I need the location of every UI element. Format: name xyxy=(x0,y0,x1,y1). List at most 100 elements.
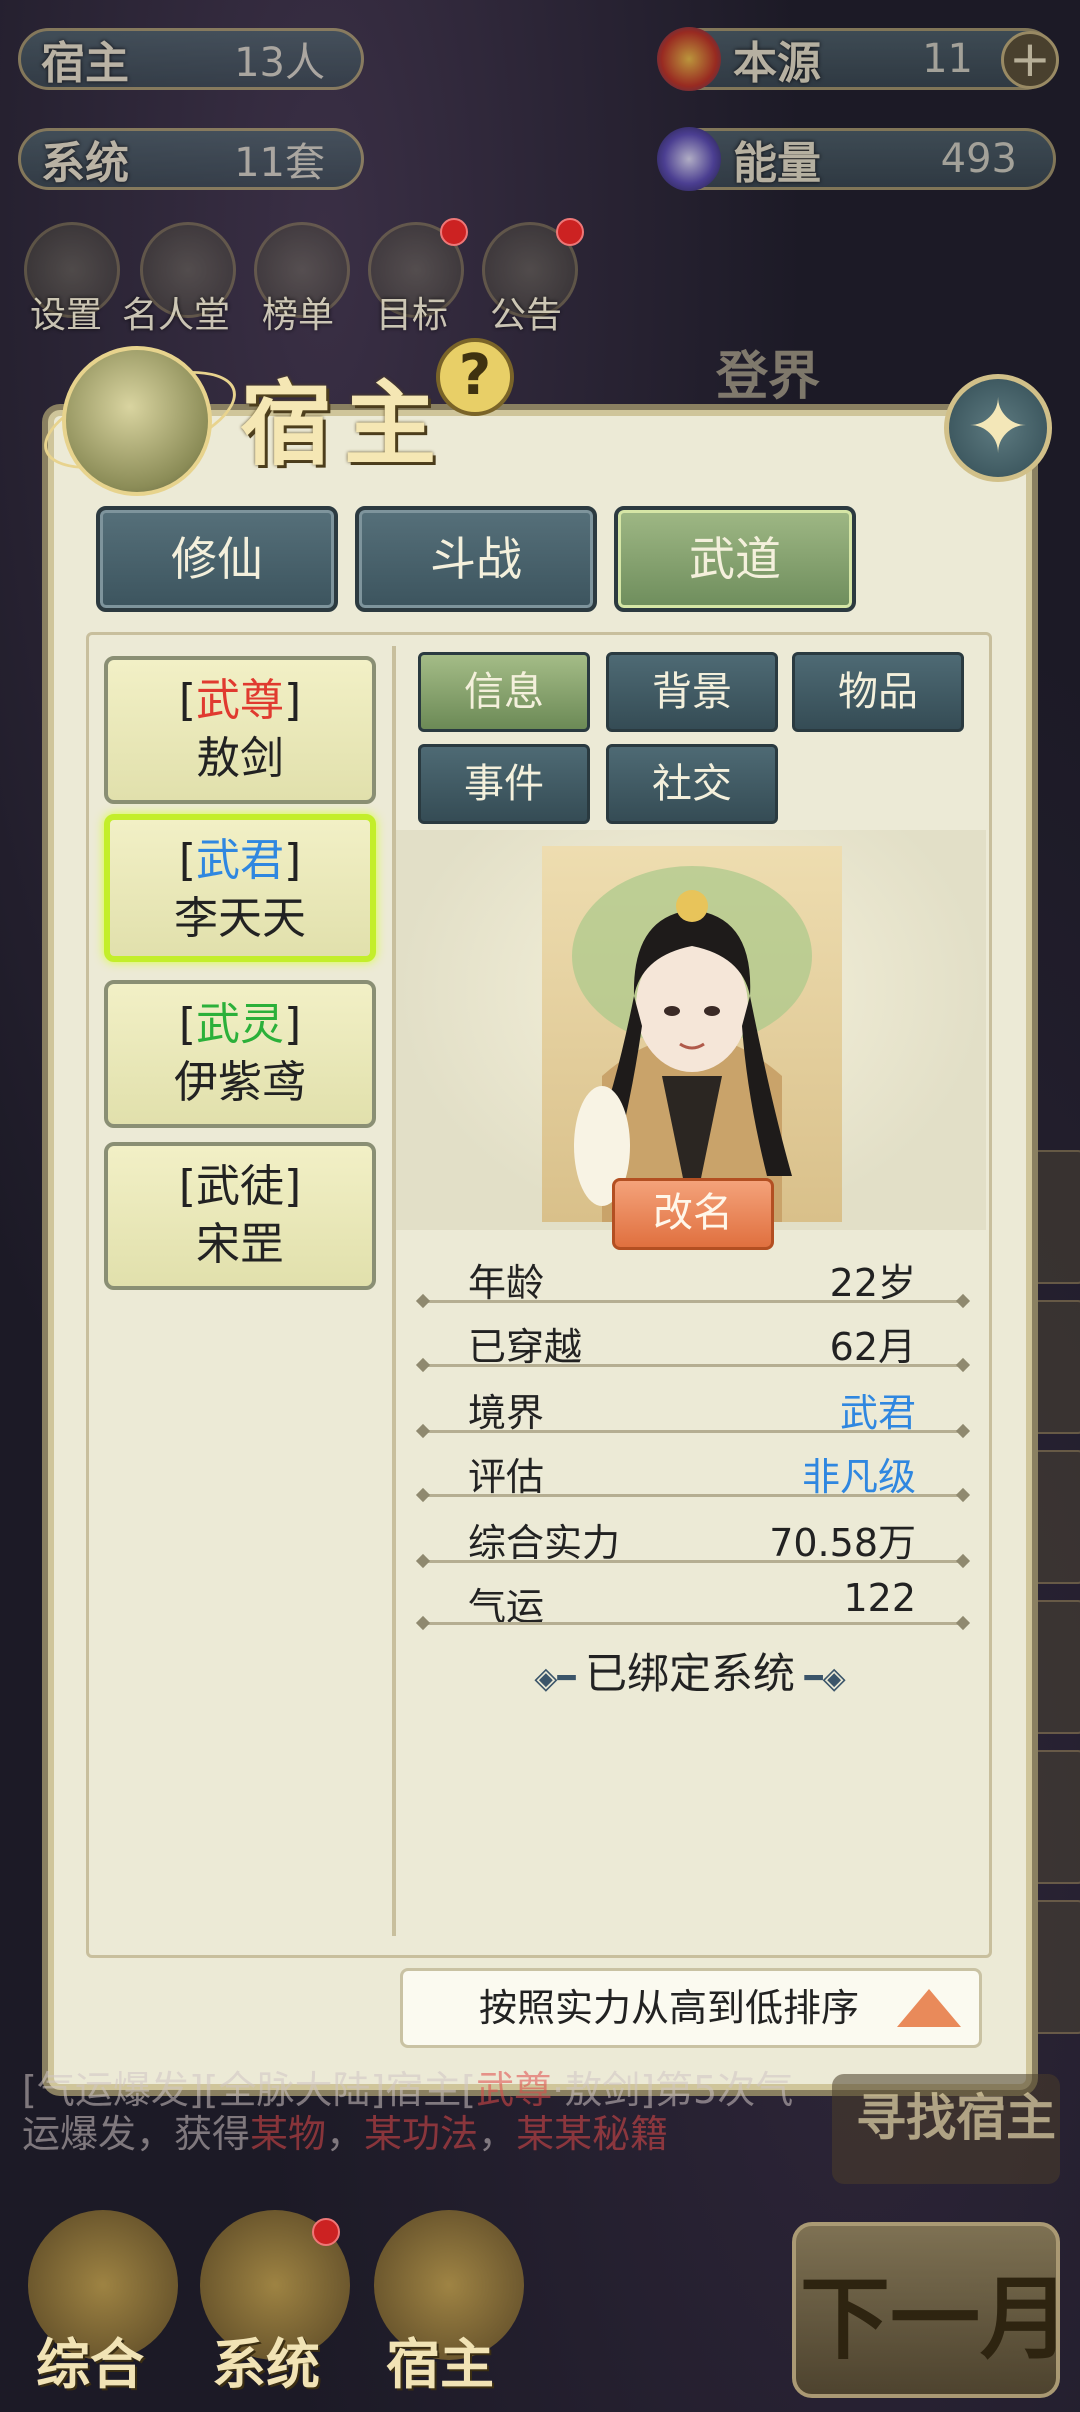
announcement-label: 公告 xyxy=(490,295,563,336)
stat-label: 年龄 xyxy=(468,1261,545,1305)
host-card-ao-jian[interactable]: [武尊] 敖剑 xyxy=(104,656,376,804)
tab-background[interactable]: 背景 xyxy=(606,652,778,732)
diamond-left-icon: ◈━ xyxy=(534,1661,585,1696)
side-button[interactable] xyxy=(1030,1300,1080,1434)
stat-divider xyxy=(420,1364,966,1367)
host-rank: [武君] xyxy=(178,835,302,886)
origin-flame-icon xyxy=(657,27,721,91)
side-button[interactable] xyxy=(1030,1750,1080,1884)
tab-info[interactable]: 信息 xyxy=(418,652,590,732)
stat-divider xyxy=(420,1622,966,1625)
energy-counter[interactable]: 能量 493 xyxy=(657,127,1056,191)
host-card-song-gang[interactable]: [武徒] 宋罡 xyxy=(104,1142,376,1290)
tab-events[interactable]: 事件 xyxy=(418,744,590,824)
log-rank: 武尊 xyxy=(476,2068,553,2112)
log-line: 运爆发，获得某物，某功法，某某秘籍 xyxy=(22,2112,669,2156)
host-rank-name: 武徒 xyxy=(196,1161,284,1212)
sort-label: 按照实力从高到低排序 xyxy=(479,1986,860,2030)
leaderboard-label: 榜单 xyxy=(262,295,335,336)
add-origin-button[interactable]: + xyxy=(1001,31,1059,89)
help-button[interactable]: ? xyxy=(436,338,514,416)
host-rank-name: 武君 xyxy=(196,835,284,886)
host-rank: [武徒] xyxy=(178,1161,302,1212)
host-name: 宋罡 xyxy=(196,1219,284,1270)
stat-age: 年龄 22岁 xyxy=(420,1240,966,1305)
host-name: 李天天 xyxy=(174,893,306,944)
log-item: 某物 xyxy=(250,2112,327,2156)
host-rank: [武尊] xyxy=(178,675,302,726)
sort-up-triangle-icon xyxy=(897,1989,961,2027)
stat-divider xyxy=(420,1494,966,1497)
stat-realm: 境界 武君 xyxy=(420,1370,966,1435)
host-rank: [武灵] xyxy=(178,999,302,1050)
log-text: 运爆发，获得 xyxy=(22,2112,251,2156)
side-button[interactable] xyxy=(1030,1150,1080,1284)
systems-counter[interactable]: 系统 11套 xyxy=(18,128,364,190)
stat-label: 评估 xyxy=(468,1455,545,1499)
close-star-icon: ✦ xyxy=(966,384,1029,470)
stat-divider xyxy=(420,1300,966,1303)
hosts-counter-label: 宿主 xyxy=(41,38,129,89)
energy-counter-label: 能量 xyxy=(733,138,821,189)
host-portrait xyxy=(542,846,842,1222)
log-line: [气运爆发][全脉大陆]宿主[武尊·敖剑]第5次气 xyxy=(22,2068,812,2112)
settings-label: 设置 xyxy=(30,295,103,336)
log-item: 某某秘籍 xyxy=(516,2112,669,2156)
stat-label: 已穿越 xyxy=(468,1325,583,1369)
tab-martial-arts[interactable]: 武道 xyxy=(614,506,856,612)
hall-of-fame-label: 名人堂 xyxy=(122,295,231,336)
log-text: [气运爆发][全脉大陆]宿主[ xyxy=(22,2068,477,2112)
stat-time-traveled: 已穿越 62月 xyxy=(420,1304,966,1369)
announcement-notification-dot xyxy=(556,218,584,246)
stat-overall-power: 综合实力 70.58万 xyxy=(420,1500,966,1565)
stat-evaluation: 评估 非凡级 xyxy=(420,1434,966,1499)
host-card-yi-ziyuan[interactable]: [武灵] 伊紫鸢 xyxy=(104,980,376,1128)
next-month-label: 下一月 xyxy=(800,2266,1070,2372)
bound-system-heading: ◈━ 已绑定系统 ━◈ xyxy=(500,1640,880,1701)
target-notification-dot xyxy=(440,218,468,246)
stat-label: 综合实力 xyxy=(468,1521,621,1565)
origin-counter[interactable]: 本源 11 + xyxy=(657,27,1059,91)
side-button[interactable] xyxy=(1030,1450,1080,1584)
stat-divider xyxy=(420,1560,966,1563)
systems-counter-value: 11套 xyxy=(234,140,325,186)
tab-battle[interactable]: 斗战 xyxy=(355,506,597,612)
bound-system-label: 已绑定系统 xyxy=(584,1649,795,1698)
hosts-counter[interactable]: 宿主 13人 xyxy=(18,28,364,90)
side-button[interactable] xyxy=(1030,1900,1080,2034)
stat-label: 境界 xyxy=(468,1391,545,1435)
panel-title: 宿主 xyxy=(240,370,449,478)
stat-value: 非凡级 xyxy=(801,1455,916,1499)
tab-items[interactable]: 物品 xyxy=(792,652,964,732)
close-button[interactable]: ✦ xyxy=(944,374,1052,482)
stat-value: 122 xyxy=(843,1576,916,1620)
planet-orb-icon xyxy=(62,346,212,496)
stat-divider xyxy=(420,1430,966,1433)
tab-cultivation[interactable]: 修仙 xyxy=(96,506,338,612)
system-notification-dot xyxy=(312,2218,340,2246)
side-button[interactable] xyxy=(1030,1600,1080,1734)
host-name: 敖剑 xyxy=(196,733,284,784)
host-card-li-tiantian[interactable]: [武君] 李天天 xyxy=(104,814,376,962)
energy-counter-value: 493 xyxy=(940,136,1017,182)
stat-value: 62月 xyxy=(829,1325,916,1369)
host-rank-name: 武尊 xyxy=(196,675,284,726)
stat-value: 武君 xyxy=(839,1391,916,1435)
log-item: 某功法 xyxy=(364,2112,479,2156)
origin-counter-value: 11 xyxy=(922,36,973,82)
character-portrait-image xyxy=(572,866,812,1222)
target-label: 目标 xyxy=(376,295,449,336)
host-rank-name: 武灵 xyxy=(196,999,284,1050)
nav-system-label: 系统 xyxy=(212,2333,320,2396)
find-host-label: 寻找宿主 xyxy=(856,2089,1056,2147)
origin-counter-label: 本源 xyxy=(733,38,821,89)
systems-counter-label: 系统 xyxy=(41,138,129,189)
host-name: 伊紫鸢 xyxy=(174,1057,306,1108)
tab-social[interactable]: 社交 xyxy=(606,744,778,824)
sort-button[interactable]: 按照实力从高到低排序 xyxy=(400,1968,982,2048)
ascend-realm-label[interactable]: 登界 xyxy=(716,334,820,409)
energy-vortex-icon xyxy=(657,127,721,191)
diamond-right-icon: ━◈ xyxy=(795,1661,846,1696)
log-text: ·敖剑]第5次气 xyxy=(552,2068,794,2112)
stat-value: 22岁 xyxy=(829,1261,916,1305)
